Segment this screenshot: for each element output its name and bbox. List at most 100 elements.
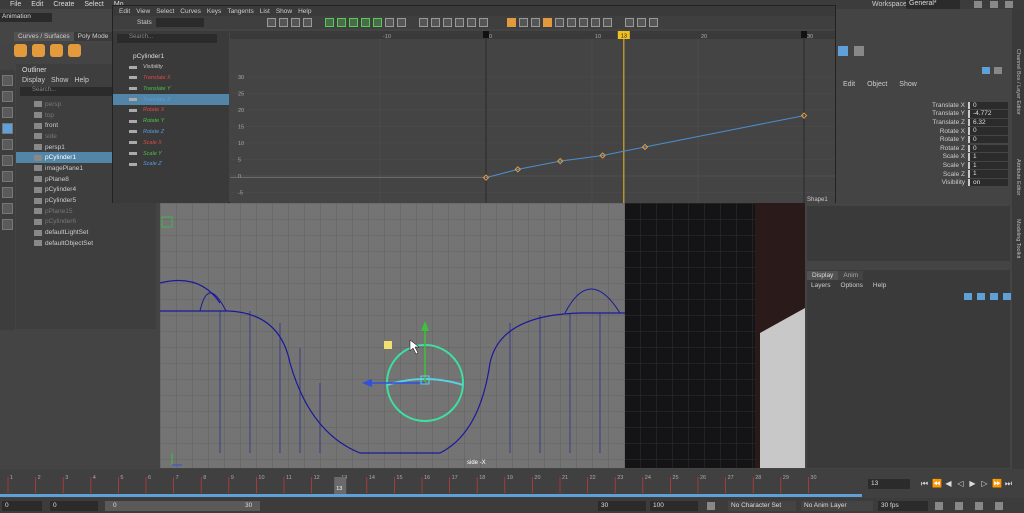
attribute-label[interactable]: Translate Y [836,110,968,117]
workspace-lock-icon[interactable] [974,1,982,8]
close-icon[interactable] [1005,1,1013,8]
playback-start-field[interactable]: 0 [50,501,98,511]
pre-infinity-icon[interactable] [566,18,576,27]
attribute-value-field[interactable]: -4.772 [968,110,1008,118]
graph-channel[interactable]: Rotate Y [113,116,229,127]
loop-icon[interactable] [935,502,943,510]
workspace-dropdown[interactable]: General* [906,0,960,9]
outliner-menu-show[interactable]: Show [51,77,69,84]
frame-all-icon[interactable] [648,18,658,27]
new-layer-icon[interactable] [990,293,998,300]
auto-key-icon[interactable] [707,502,715,510]
step-tangent-icon[interactable] [384,18,394,27]
region-icon[interactable] [302,18,312,27]
graph-channel[interactable]: Rotate Z [113,127,229,138]
outliner-layout-icon[interactable] [2,219,13,230]
anim-layer-dropdown[interactable]: No Anim Layer [801,501,873,511]
time-snap-icon[interactable] [518,18,528,27]
attribute-label[interactable]: Translate X [836,102,968,109]
attribute-label[interactable]: Rotate Y [836,136,968,143]
cb-menu-object[interactable]: Object [867,81,887,88]
lasso-tool-icon[interactable] [2,91,13,102]
paint-select-icon[interactable] [2,107,13,118]
step-forward-frame-icon[interactable]: ▷ [980,479,989,488]
lock-weight-icon[interactable] [454,18,464,27]
attribute-value-field[interactable]: 1 [968,153,1008,161]
layer-tab-display[interactable]: Display [807,270,839,280]
single-pane-layout-icon[interactable] [2,171,13,182]
attribute-label[interactable]: Translate Z [836,119,968,126]
ge-menu-view[interactable]: View [136,8,150,15]
linear-tangent-icon[interactable] [360,18,370,27]
graph-channel[interactable]: Scale Y [113,148,229,159]
attribute-value-field[interactable]: 1 [968,161,1008,170]
new-layer-selected-icon[interactable] [1003,293,1011,300]
minimize-icon[interactable] [990,1,998,8]
mode-dropdown[interactable]: Animation [0,13,52,22]
attribute-value-field[interactable]: on [968,178,1008,187]
step-forward-key-icon[interactable]: ⏩ [992,479,1002,488]
current-frame-field[interactable]: 13 [868,479,910,489]
channel-box-toggle-icon[interactable] [838,46,848,56]
go-to-end-icon[interactable]: ⏭ [1004,479,1013,488]
auto-tangent-icon[interactable] [324,18,334,27]
nurbs-cylinder-icon[interactable] [50,44,63,57]
select-tool-icon[interactable] [2,75,13,86]
step-back-key-icon[interactable]: ⏪ [932,479,942,488]
clamped-tangent-icon[interactable] [348,18,358,27]
move-layer-up-icon[interactable] [964,293,972,300]
viewport-canvas[interactable]: side -X [160,203,805,468]
outliner-menu-help[interactable]: Help [74,77,88,84]
outliner-menu-display[interactable]: Display [22,77,45,84]
shelf-tab-curves-surfaces[interactable]: Curves / Surfaces [14,32,74,41]
attribute-label[interactable]: Rotate X [836,128,968,135]
spline-tangent-icon[interactable] [336,18,346,27]
ge-menu-edit[interactable]: Edit [119,8,130,15]
dope-sheet-icon[interactable] [590,18,600,27]
ge-menu-select[interactable]: Select [156,8,174,15]
value-snap-icon[interactable] [530,18,540,27]
move-layer-down-icon[interactable] [977,293,985,300]
graph-channel[interactable]: Scale X [113,137,229,148]
cb-menu-show[interactable]: Show [899,81,917,88]
menu-select[interactable]: Select [84,1,103,8]
attribute-label[interactable]: Scale Y [836,162,968,169]
ge-menu-keys[interactable]: Keys [207,8,221,15]
attribute-value-field[interactable]: 0 [968,127,1008,135]
insert-key-icon[interactable] [278,18,288,27]
plateau-tangent-icon[interactable] [396,18,406,27]
anim-start-field[interactable]: 0 [2,501,42,511]
rotate-tool-icon[interactable] [2,139,13,150]
layer-menu-help[interactable]: Help [873,282,886,289]
swap-buffer-icon[interactable] [478,18,488,27]
buffer-curve-icon[interactable] [466,18,476,27]
ge-menu-curves[interactable]: Curves [180,8,201,15]
side-tab-attribute-editor[interactable]: Attribute Editor [1015,159,1021,195]
layer-menu-options[interactable]: Options [841,282,863,289]
post-infinity-icon[interactable] [578,18,588,27]
go-to-start-icon[interactable]: ⏮ [920,479,929,488]
ge-menu-tangents[interactable]: Tangents [227,8,253,15]
range-slider[interactable]: 0 30 [105,501,260,511]
nurbs-sphere-icon[interactable] [14,44,27,57]
anim-end-field[interactable]: 100 [650,501,698,511]
key-selected-icon[interactable] [982,67,990,74]
auto-key-toggle-icon[interactable] [975,502,983,510]
attribute-editor-toggle-icon[interactable] [854,46,864,56]
ge-menu-show[interactable]: Show [276,8,292,15]
step-back-frame-icon[interactable]: ◀ [944,479,953,488]
graph-canvas[interactable]: -10010203040302520151050-513 [230,31,835,203]
fps-dropdown[interactable]: 30 fps [878,501,928,511]
break-tangent-icon[interactable] [418,18,428,27]
layer-tab-anim[interactable]: Anim [838,270,864,280]
attribute-value-field[interactable]: 6.32 [968,118,1008,127]
menu-file[interactable]: File [10,1,21,8]
ge-menu-list[interactable]: List [260,8,270,15]
normalize-icon[interactable] [542,18,552,27]
outliner-item[interactable]: pPlane15 [16,206,156,217]
flat-tangent-icon[interactable] [372,18,382,27]
two-pane-layout-icon[interactable] [2,203,13,214]
attribute-label[interactable]: Scale Z [836,171,968,178]
graph-channel[interactable]: Translate Z [113,94,229,105]
outliner-item[interactable]: defaultLightSet [16,227,156,238]
